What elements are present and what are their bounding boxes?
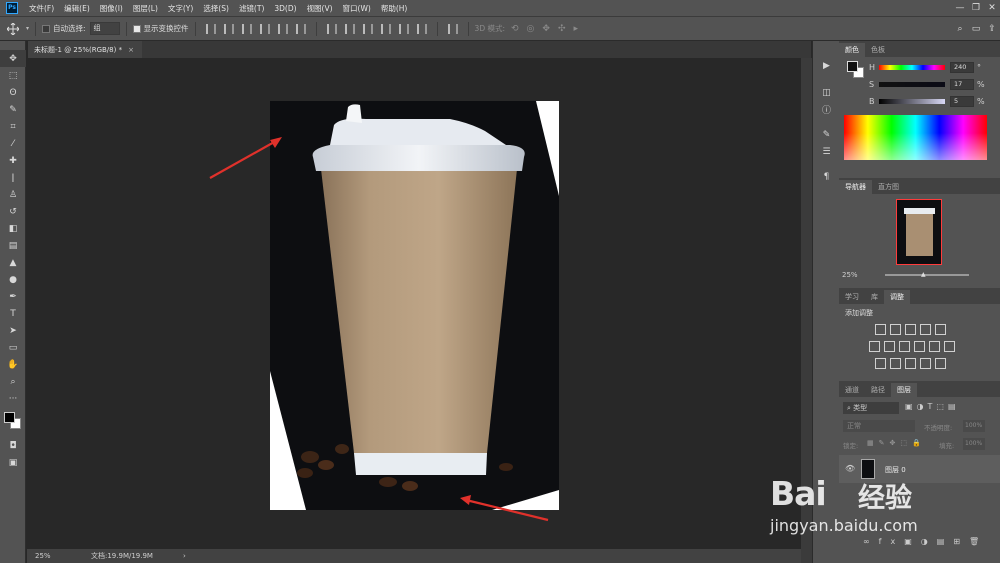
status-bar: 25% 文档:19.9M/19.9M › xyxy=(27,549,801,563)
tab-swatches[interactable]: 色板 xyxy=(865,43,891,57)
saturation-label: S xyxy=(869,79,875,89)
lock-label: 锁定: xyxy=(843,442,859,450)
fill-value-input[interactable]: 100% xyxy=(963,438,985,450)
adjust-row-2 xyxy=(867,341,994,352)
adjust-panel: 添加调整 xyxy=(839,304,1000,381)
status-doc-info: 文档:19.9M/19.9M xyxy=(91,552,153,560)
color-spectrum[interactable] xyxy=(844,115,987,160)
tab-learn[interactable]: 学习 xyxy=(839,290,865,304)
tab-navigator[interactable]: 导航器 xyxy=(839,180,872,194)
hue-sat-adjust-icon[interactable] xyxy=(869,341,880,352)
posterize-adjust-icon[interactable] xyxy=(890,358,901,369)
navigator-slider-thumb[interactable]: ▲ xyxy=(921,271,926,278)
brightness-slider[interactable] xyxy=(879,98,945,104)
tab-histogram[interactable]: 直方图 xyxy=(872,180,905,194)
properties-icon[interactable]: ☰ xyxy=(813,143,840,160)
info-icon[interactable]: ⓘ xyxy=(813,101,840,118)
selective-color-adjust-icon[interactable] xyxy=(935,358,946,369)
fill-label: 填充: xyxy=(939,442,955,450)
watermark-brand: Bai xyxy=(770,474,827,513)
brightness-adjust-icon[interactable] xyxy=(875,324,886,335)
brightness-value-input[interactable]: 5 xyxy=(950,95,974,107)
navigator-panel: 25% ▲ xyxy=(839,194,1000,288)
layer-filter-label: 类型 xyxy=(853,404,868,412)
paragraph-icon[interactable]: ¶ xyxy=(813,168,840,185)
saturation-row[interactable]: S 17 % xyxy=(869,77,985,91)
layers-panel-tabs: 通道 路径 图层 xyxy=(839,381,1000,397)
tab-color[interactable]: 颜色 xyxy=(839,43,865,57)
tab-channels[interactable]: 通道 xyxy=(839,383,865,397)
layer-filter-dropdown[interactable]: ⌕ 类型 xyxy=(843,402,899,414)
hue-unit: ° xyxy=(977,62,981,72)
channel-mixer-adjust-icon[interactable] xyxy=(929,341,940,352)
play-actions-icon[interactable]: ▶ xyxy=(813,57,840,74)
gradient-map-adjust-icon[interactable] xyxy=(920,358,931,369)
navigator-panel-tabs: 导航器 直方图 xyxy=(839,178,1000,194)
add-adjustment-title: 添加调整 xyxy=(845,309,873,317)
saturation-unit: % xyxy=(977,79,985,89)
layer-filter-icons[interactable]: ▣◑T⬚▤ xyxy=(905,402,960,411)
threshold-adjust-icon[interactable] xyxy=(905,358,916,369)
navigator-thumbnail[interactable] xyxy=(896,199,942,265)
tab-libraries[interactable]: 库 xyxy=(865,290,884,304)
saturation-slider[interactable] xyxy=(879,81,945,87)
lock-icons[interactable]: ▦✎✥⬚🔒 xyxy=(867,439,926,447)
tab-layers[interactable]: 图层 xyxy=(891,383,917,397)
brush-settings-icon[interactable]: ✎ xyxy=(813,126,840,143)
brightness-label: B xyxy=(869,96,875,106)
tab-adjustments[interactable]: 调整 xyxy=(884,290,910,304)
hue-label: H xyxy=(869,62,876,72)
watermark-brand-suffix: 经验 xyxy=(858,483,912,514)
color-panel-tabs: 颜色 色板 xyxy=(839,41,1000,57)
levels-adjust-icon[interactable] xyxy=(890,324,901,335)
status-zoom[interactable]: 25% xyxy=(35,552,75,560)
black-white-adjust-icon[interactable] xyxy=(899,341,910,352)
navigator-zoom-slider[interactable] xyxy=(885,274,969,276)
blend-mode-dropdown[interactable]: 正常 xyxy=(843,420,915,432)
color-balance-adjust-icon[interactable] xyxy=(884,341,895,352)
baidu-watermark: Bai 经验 jingyan.baidu.com xyxy=(770,474,960,544)
exposure-adjust-icon[interactable] xyxy=(920,324,931,335)
saturation-value-input[interactable]: 17 xyxy=(950,78,974,90)
color-panel: H 240 ° S 17 % B 5 % xyxy=(839,57,1000,178)
opacity-label: 不透明度: xyxy=(924,424,953,432)
adjust-row-3 xyxy=(873,358,994,369)
navigator-zoom[interactable]: 25% xyxy=(842,271,858,279)
opacity-value-input[interactable]: 100% xyxy=(963,420,985,432)
photo-filter-adjust-icon[interactable] xyxy=(914,341,925,352)
hue-slider[interactable] xyxy=(879,64,945,70)
tab-paths[interactable]: 路径 xyxy=(865,383,891,397)
hue-row[interactable]: H 240 ° xyxy=(869,60,981,74)
layer-visibility-icon[interactable]: 👁 xyxy=(845,464,855,473)
status-menu-arrow[interactable]: › xyxy=(183,552,186,560)
history-icon[interactable]: ◫ xyxy=(813,84,840,101)
hue-value-input[interactable]: 240 xyxy=(950,61,974,73)
curves-adjust-icon[interactable] xyxy=(905,324,916,335)
watermark-url: jingyan.baidu.com xyxy=(770,516,918,535)
invert-adjust-icon[interactable] xyxy=(875,358,886,369)
color-lookup-adjust-icon[interactable] xyxy=(944,341,955,352)
vibrance-adjust-icon[interactable] xyxy=(935,324,946,335)
adjust-panel-tabs: 学习 库 调整 xyxy=(839,288,1000,304)
brightness-unit: % xyxy=(977,96,985,106)
adjust-row-1 xyxy=(873,324,994,335)
brightness-row[interactable]: B 5 % xyxy=(869,94,985,108)
